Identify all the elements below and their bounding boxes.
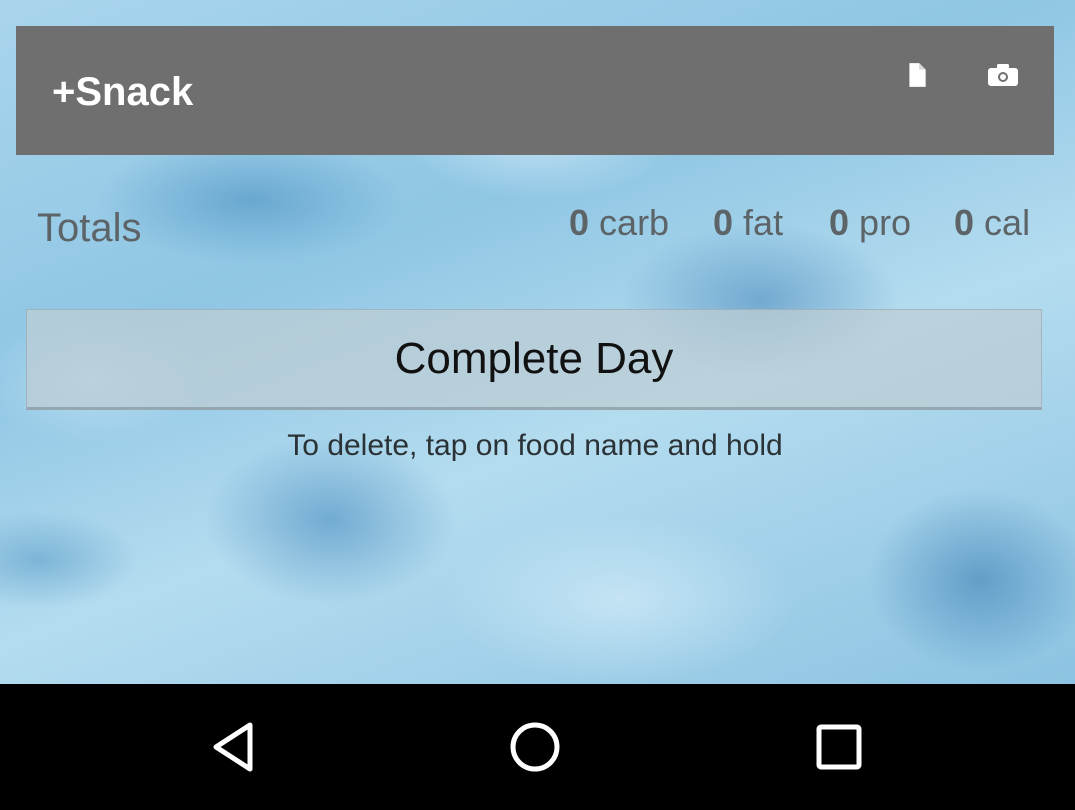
calorie-unit: cal [984, 202, 1031, 243]
protein-total: 0 pro [829, 201, 911, 245]
recents-icon[interactable] [809, 717, 869, 777]
calorie-value: 0 [954, 202, 975, 243]
complete-day-button[interactable]: Complete Day [26, 309, 1042, 410]
calorie-total: 0 cal [954, 201, 1030, 245]
protein-unit: pro [859, 202, 912, 243]
fat-unit: fat [743, 202, 784, 243]
app-screen: +Snack Totals 0 carb 0 fat 0 pro 0 cal C… [0, 0, 1075, 684]
toolbar: +Snack [16, 26, 1054, 155]
totals-label: Totals [37, 206, 142, 250]
home-icon[interactable] [505, 717, 565, 777]
fat-total: 0 fat [713, 201, 783, 245]
back-icon[interactable] [205, 717, 265, 777]
carb-total: 0 carb [569, 201, 669, 245]
delete-hint: To delete, tap on food name and hold [287, 429, 783, 462]
system-navigation-bar [0, 684, 1075, 810]
toolbar-title[interactable]: +Snack [52, 68, 193, 116]
protein-value: 0 [829, 202, 850, 243]
camera-icon[interactable] [987, 62, 1019, 88]
carb-value: 0 [569, 202, 590, 243]
document-icon[interactable] [904, 62, 930, 88]
carb-unit: carb [599, 202, 670, 243]
fat-value: 0 [713, 202, 734, 243]
